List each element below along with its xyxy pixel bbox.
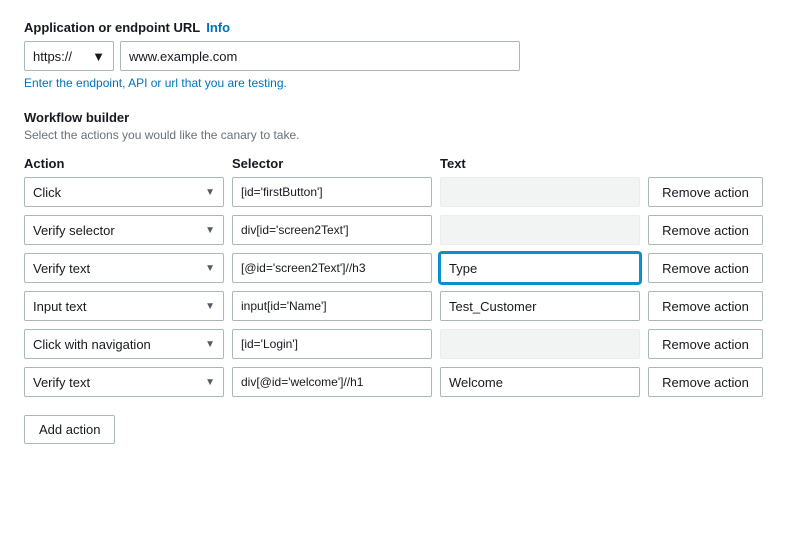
text-input-disabled-0 (440, 177, 640, 207)
action-label-1: Verify selector (33, 223, 115, 238)
action-chevron-icon: ▼ (205, 339, 215, 350)
action-dropdown-5[interactable]: Verify text ▼ (24, 367, 224, 397)
action-chevron-icon: ▼ (205, 301, 215, 312)
table-header: Action Selector Text (24, 156, 763, 177)
action-chevron-icon: ▼ (205, 263, 215, 274)
url-input[interactable] (120, 41, 520, 71)
url-row: https:// ▼ (24, 41, 763, 71)
action-row: Verify text ▼ Remove action (24, 253, 763, 283)
action-dropdown-1[interactable]: Verify selector ▼ (24, 215, 224, 245)
action-row: Click with navigation ▼ Remove action (24, 329, 763, 359)
protocol-value: https:// (33, 49, 72, 64)
selector-input-3[interactable] (232, 291, 432, 321)
selector-input-1[interactable] (232, 215, 432, 245)
remove-action-button-3[interactable]: Remove action (648, 291, 763, 321)
remove-action-button-4[interactable]: Remove action (648, 329, 763, 359)
info-link[interactable]: Info (206, 20, 230, 35)
action-chevron-icon: ▼ (205, 187, 215, 198)
actions-container: Click ▼ Remove action Verify selector ▼ Remov… (24, 177, 763, 397)
remove-action-button-5[interactable]: Remove action (648, 367, 763, 397)
action-chevron-icon: ▼ (205, 377, 215, 388)
selector-input-2[interactable] (232, 253, 432, 283)
action-row: Verify text ▼ Remove action (24, 367, 763, 397)
action-row: Input text ▼ Remove action (24, 291, 763, 321)
url-hint: Enter the endpoint, API or url that you … (24, 76, 763, 90)
text-input-disabled-1 (440, 215, 640, 245)
action-dropdown-4[interactable]: Click with navigation ▼ (24, 329, 224, 359)
action-row: Verify selector ▼ Remove action (24, 215, 763, 245)
action-label-2: Verify text (33, 261, 90, 276)
workflow-title: Workflow builder (24, 110, 763, 125)
selector-input-0[interactable] (232, 177, 432, 207)
action-label-3: Input text (33, 299, 86, 314)
text-input-5[interactable] (440, 367, 640, 397)
action-chevron-icon: ▼ (205, 225, 215, 236)
remove-action-button-1[interactable]: Remove action (648, 215, 763, 245)
action-label-0: Click (33, 185, 61, 200)
action-dropdown-3[interactable]: Input text ▼ (24, 291, 224, 321)
url-section-title: Application or endpoint URL Info (24, 20, 763, 35)
text-input-2[interactable] (440, 253, 640, 283)
action-label-5: Verify text (33, 375, 90, 390)
protocol-dropdown[interactable]: https:// ▼ (24, 41, 114, 71)
text-input-3[interactable] (440, 291, 640, 321)
workflow-section: Workflow builder Select the actions you … (24, 110, 763, 444)
workflow-subtitle: Select the actions you would like the ca… (24, 128, 763, 142)
text-input-disabled-4 (440, 329, 640, 359)
protocol-chevron-icon: ▼ (92, 49, 105, 64)
remove-action-button-0[interactable]: Remove action (648, 177, 763, 207)
action-dropdown-2[interactable]: Verify text ▼ (24, 253, 224, 283)
selector-input-4[interactable] (232, 329, 432, 359)
url-section: Application or endpoint URL Info https:/… (24, 20, 763, 90)
col-text-header: Text (440, 156, 640, 171)
add-action-button[interactable]: Add action (24, 415, 115, 444)
action-dropdown-0[interactable]: Click ▼ (24, 177, 224, 207)
action-row: Click ▼ Remove action (24, 177, 763, 207)
col-action-header: Action (24, 156, 224, 171)
remove-action-button-2[interactable]: Remove action (648, 253, 763, 283)
action-label-4: Click with navigation (33, 337, 151, 352)
selector-input-5[interactable] (232, 367, 432, 397)
url-title-label: Application or endpoint URL (24, 20, 200, 35)
col-selector-header: Selector (232, 156, 432, 171)
